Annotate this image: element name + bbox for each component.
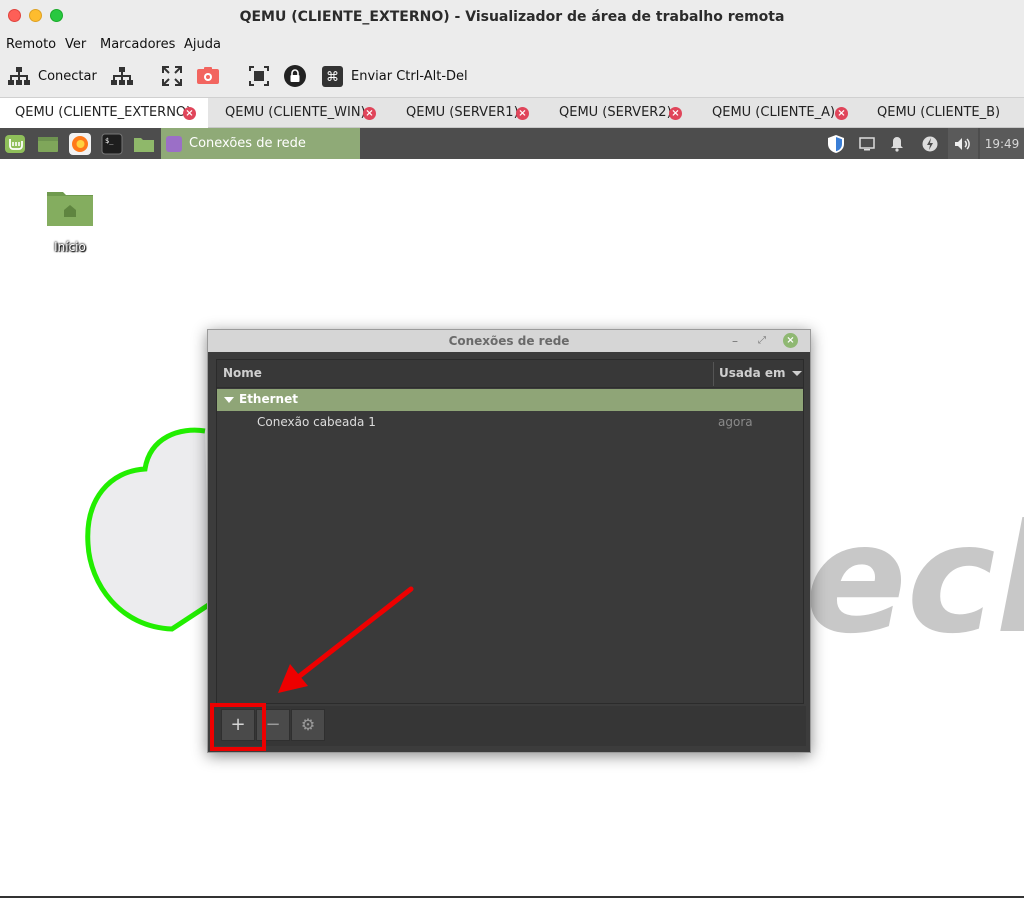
sort-arrow-icon bbox=[791, 370, 802, 376]
highlight-box bbox=[210, 703, 266, 751]
tab-close-icon[interactable]: × bbox=[363, 107, 376, 120]
window-title: QEMU (CLIENTE_EXTERNO) - Visualizador de… bbox=[239, 9, 785, 25]
tab-cliente-win[interactable]: QEMU (CLIENTE_WIN) × bbox=[208, 98, 388, 128]
settings-gear-icon[interactable]: ⚙ bbox=[291, 709, 325, 741]
tab-server2[interactable]: QEMU (SERVER2) × bbox=[541, 98, 694, 128]
tab-server1[interactable]: QEMU (SERVER1) × bbox=[388, 98, 541, 128]
network-settings-icon bbox=[166, 135, 182, 152]
network-alt-button[interactable] bbox=[111, 65, 133, 87]
window-titlebar: QEMU (CLIENTE_EXTERNO) - Visualizador de… bbox=[0, 0, 1024, 34]
connection-used: agora bbox=[718, 415, 753, 429]
connections-list[interactable]: Nome Usada em Ethernet Conexão cabeada 1… bbox=[216, 359, 804, 704]
svg-text:$_: $_ bbox=[105, 137, 114, 145]
tab-label: QEMU (CLIENTE_EXTERNO) bbox=[15, 105, 192, 120]
network-alt-icon bbox=[111, 67, 133, 85]
dialog-titlebar: Conexões de rede – ⤢ × bbox=[208, 330, 810, 352]
fullscreen-icon bbox=[162, 66, 182, 86]
tab-close-icon[interactable]: × bbox=[669, 107, 682, 120]
network-icon bbox=[8, 67, 30, 85]
toolbar: Conectar ⌘ Enviar Ctrl-Alt-Del bbox=[0, 56, 1024, 97]
clock[interactable]: 19:49 bbox=[980, 128, 1024, 159]
wallpaper-text: ech bbox=[805, 493, 1024, 667]
firefox-icon[interactable] bbox=[69, 133, 91, 155]
menu-marcadores[interactable]: Marcadores bbox=[100, 37, 175, 52]
group-row-ethernet[interactable]: Ethernet bbox=[217, 389, 803, 411]
menu-ver[interactable]: Ver bbox=[65, 37, 86, 52]
screenshot-icon bbox=[197, 67, 219, 84]
connect-button[interactable]: Conectar bbox=[8, 65, 97, 87]
send-ctrl-alt-del-button[interactable]: ⌘ Enviar Ctrl-Alt-Del bbox=[322, 65, 468, 87]
expander-icon[interactable] bbox=[224, 397, 234, 403]
dialog-toolbar: + − ⚙ bbox=[212, 706, 806, 746]
power-icon[interactable] bbox=[919, 128, 941, 159]
tab-close-icon[interactable]: × bbox=[835, 107, 848, 120]
display-icon[interactable] bbox=[856, 128, 878, 159]
tab-label: QEMU (SERVER1) bbox=[406, 105, 519, 120]
list-item[interactable]: Conexão cabeada 1 agora bbox=[217, 412, 803, 434]
home-folder-icon[interactable] bbox=[46, 188, 94, 228]
menu-ajuda[interactable]: Ajuda bbox=[184, 37, 221, 52]
taskbar-network-connections[interactable]: Conexões de rede bbox=[161, 128, 360, 159]
tab-label: QEMU (SERVER2) bbox=[559, 105, 672, 120]
tab-close-icon[interactable]: × bbox=[516, 107, 529, 120]
list-header: Nome Usada em bbox=[217, 360, 803, 388]
send-ctrl-alt-del-label: Enviar Ctrl-Alt-Del bbox=[351, 68, 468, 84]
tab-close-icon[interactable]: × bbox=[183, 107, 196, 120]
notifications-icon[interactable] bbox=[886, 128, 908, 159]
scale-button[interactable] bbox=[249, 65, 269, 87]
screenshot-button[interactable] bbox=[197, 65, 219, 87]
connection-name: Conexão cabeada 1 bbox=[257, 415, 376, 429]
column-divider bbox=[713, 362, 714, 386]
tab-bar: QEMU (CLIENTE_EXTERNO) × QEMU (CLIENTE_W… bbox=[0, 97, 1024, 128]
menu-remoto[interactable]: Remoto bbox=[6, 37, 56, 52]
mint-menu-icon[interactable] bbox=[4, 133, 26, 155]
scale-icon bbox=[249, 66, 269, 86]
show-desktop-icon[interactable] bbox=[37, 133, 59, 155]
tab-label: QEMU (CLIENTE_A) bbox=[712, 105, 836, 120]
home-folder-label: Início bbox=[54, 240, 86, 254]
volume-icon[interactable] bbox=[948, 128, 978, 159]
dialog-close-icon[interactable]: × bbox=[783, 333, 798, 348]
tab-label: QEMU (CLIENTE_WIN) bbox=[225, 105, 366, 120]
network-connections-dialog: Conexões de rede – ⤢ × Nome Usada em Eth… bbox=[207, 329, 811, 753]
column-used-header[interactable]: Usada em bbox=[719, 366, 802, 380]
dialog-minimize-icon[interactable]: – bbox=[727, 333, 743, 349]
dialog-maximize-icon[interactable]: ⤢ bbox=[754, 333, 770, 349]
svg-text:⌘: ⌘ bbox=[326, 70, 339, 85]
lock-icon bbox=[284, 65, 306, 87]
lock-button[interactable] bbox=[284, 65, 306, 87]
connect-label: Conectar bbox=[38, 68, 97, 84]
command-key-icon: ⌘ bbox=[322, 65, 343, 87]
tab-label: QEMU (CLIENTE_B) bbox=[877, 105, 1001, 120]
group-label: Ethernet bbox=[239, 392, 298, 406]
tab-cliente-b[interactable]: QEMU (CLIENTE_B) bbox=[854, 98, 1024, 128]
desktop-panel: $_ Conexões de rede 19:49 bbox=[0, 128, 1024, 159]
taskbar-label: Conexões de rede bbox=[189, 136, 306, 151]
terminal-icon[interactable]: $_ bbox=[101, 133, 123, 155]
tab-cliente-externo[interactable]: QEMU (CLIENTE_EXTERNO) × bbox=[0, 98, 208, 128]
files-icon[interactable] bbox=[133, 133, 155, 155]
column-used-label: Usada em bbox=[719, 366, 786, 380]
fullscreen-button[interactable] bbox=[162, 65, 182, 87]
menu-bar: Remoto Ver Marcadores Ajuda bbox=[0, 34, 1024, 56]
shield-icon[interactable] bbox=[825, 128, 847, 159]
dialog-title: Conexões de rede bbox=[448, 334, 570, 348]
tab-cliente-a[interactable]: QEMU (CLIENTE_A) × bbox=[694, 98, 854, 128]
column-name-header[interactable]: Nome bbox=[223, 366, 262, 380]
